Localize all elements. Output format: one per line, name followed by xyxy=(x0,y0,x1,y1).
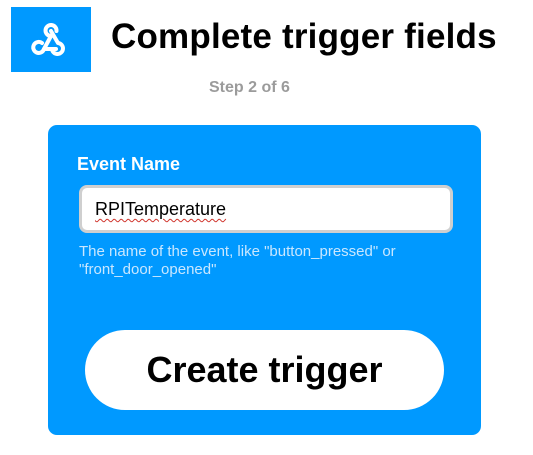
trigger-fields-card: Event Name RPITemperature The name of th… xyxy=(48,125,481,435)
page-title: Complete trigger fields xyxy=(111,17,497,56)
event-name-helper-text: The name of the event, like "button_pres… xyxy=(79,243,396,278)
step-indicator: Step 2 of 6 xyxy=(209,79,290,96)
webhooks-service-tile xyxy=(11,7,91,72)
event-name-input[interactable] xyxy=(79,185,453,233)
webhooks-icon xyxy=(31,22,65,56)
event-name-label: Event Name xyxy=(77,154,181,174)
create-trigger-button[interactable]: Create trigger xyxy=(85,330,444,410)
